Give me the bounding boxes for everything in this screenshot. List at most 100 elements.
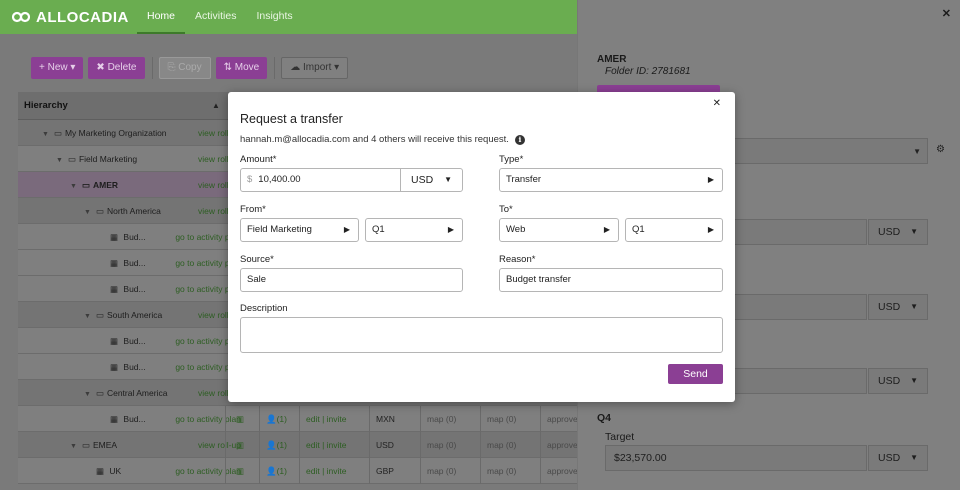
info-icon[interactable]: i [514,134,525,145]
nav-insights[interactable]: Insights [246,0,302,34]
reason-input[interactable]: Budget transfer [499,268,723,292]
collapse-icon[interactable]: ▼ [70,443,77,450]
approve-link[interactable]: approve [540,458,578,484]
currency-label: USD [411,174,434,186]
close-icon[interactable]: ✕ [942,7,951,20]
chevron-down-icon: ▼ [913,147,921,156]
chevron-down-icon: ▼ [910,227,918,236]
panel-amount-field[interactable] [733,294,867,320]
nav-activities[interactable]: Activities [185,0,246,34]
from-period-select[interactable]: Q1 ▶ [365,218,463,242]
edit-invite-links[interactable]: edit | invite [299,406,369,432]
folder-icon: ▭ [53,128,62,138]
edit-invite-links[interactable]: edit | invite [299,458,369,484]
panel-amount-field[interactable] [733,219,867,245]
from-select[interactable]: Field Marketing ▶ [240,218,359,242]
hierarchy-column-header[interactable]: Hierarchy [24,100,68,111]
grid-icon: ▦ [110,336,119,346]
edit-invite-links[interactable]: edit | invite [299,432,369,458]
row-name: AMER [92,180,118,190]
description-textarea[interactable] [240,317,723,353]
row-name: Bud... [123,362,146,372]
row-name: Bud... [123,232,146,242]
currency-cell: MXN [369,406,420,432]
panel-subtitle: Folder ID: 2781681 [605,66,691,77]
to-period-value: Q1 [632,224,645,235]
collapse-icon[interactable]: ▼ [84,209,91,216]
brand-name: ALLOCADIA [36,8,129,26]
modal-title: Request a transfer [240,112,343,126]
table-row[interactable]: ▦ Bud... go to activity plan ▥ 👤(1) edit… [18,406,578,432]
source-label: Source* [240,254,274,265]
caret-right-icon: ▶ [447,225,454,234]
amount-currency-select[interactable]: USD ▼ [400,169,462,191]
send-button[interactable]: Send [668,364,723,384]
source-input[interactable]: Sale [240,268,463,292]
columns-icon[interactable]: ▥ [225,432,259,458]
folder-open-icon: ▭ [95,206,104,216]
nav-home[interactable]: Home [137,0,186,34]
user-icon: 👤 [266,414,277,424]
delete-button[interactable]: ✖ Delete [88,57,145,79]
row-name: Field Marketing [78,154,138,164]
table-row[interactable]: ▦ UK go to activity plan ▥ 👤(1) edit | i… [18,458,578,484]
map-link[interactable]: map (0) [420,406,480,432]
from-label: From* [240,204,266,215]
map-link[interactable]: map (0) [480,406,540,432]
toolbar-divider [274,57,276,79]
to-select[interactable]: Web ▶ [499,218,619,242]
user-count: (1) [276,466,287,476]
grid-icon: ▦ [110,362,119,372]
allocadia-logo-icon [12,11,30,23]
panel-select[interactable]: ▼ [733,138,928,164]
top-navbar: ALLOCADIA Home Activities Insights [0,0,577,34]
amount-label: Amount* [240,154,277,165]
amount-input[interactable]: $10,400.00 USD ▼ [240,168,463,192]
currency-label: USD [878,452,901,464]
to-value: Web [506,224,526,235]
map-link[interactable]: map (0) [420,432,480,458]
map-link[interactable]: map (0) [420,458,480,484]
user-icon: 👤 [266,440,277,450]
row-name: South America [106,310,163,320]
gear-icon[interactable]: ⚙ [936,144,945,155]
row-name: EMEA [92,440,118,450]
collapse-icon[interactable]: ▼ [84,391,91,398]
collapse-icon[interactable]: ▼ [84,313,91,320]
folder-open-icon: ▭ [67,154,76,164]
reason-label: Reason* [499,254,536,265]
to-period-select[interactable]: Q1 ▶ [625,218,723,242]
columns-icon[interactable]: ▥ [225,458,259,484]
currency-label: USD [878,375,901,387]
brand-logo[interactable]: ALLOCADIA [12,8,129,26]
move-button[interactable]: ⇅ Move [215,57,268,79]
grid-icon: ▦ [110,258,119,268]
sort-up-icon[interactable]: ▲ [212,101,220,110]
panel-currency-select[interactable]: USD ▼ [868,368,928,394]
collapse-icon[interactable]: ▼ [56,157,63,164]
import-button[interactable]: ☁ Import ▾ [281,57,349,79]
approve-link[interactable]: approve [540,432,578,458]
map-link[interactable]: map (0) [480,432,540,458]
map-link[interactable]: map (0) [480,458,540,484]
panel-currency-select[interactable]: USD ▼ [868,219,928,245]
close-icon[interactable]: ✕ [713,98,721,109]
table-row[interactable]: ▼ ▭ EMEA view roll-up ▥ 👤(1) edit | invite… [18,432,578,458]
columns-icon[interactable]: ▥ [225,406,259,432]
row-name: UK [109,466,122,476]
target-value-field[interactable]: $23,570.00 [605,445,867,471]
toolbar-divider [151,57,153,79]
user-count: (1) [276,414,287,424]
panel-currency-select[interactable]: USD ▼ [868,445,928,471]
chevron-down-icon: ▼ [444,175,452,184]
grid-icon: ▦ [110,414,119,424]
collapse-icon[interactable]: ▼ [70,183,77,190]
panel-currency-select[interactable]: USD ▼ [868,294,928,320]
caret-right-icon: ▶ [603,225,610,234]
approve-link[interactable]: approve [540,406,578,432]
new-button[interactable]: + New ▾ [31,57,84,79]
type-select[interactable]: Transfer ▶ [499,168,723,192]
copy-button[interactable]: ⎘ Copy [158,57,211,79]
collapse-icon[interactable]: ▼ [42,131,49,138]
panel-amount-field[interactable] [733,368,867,394]
